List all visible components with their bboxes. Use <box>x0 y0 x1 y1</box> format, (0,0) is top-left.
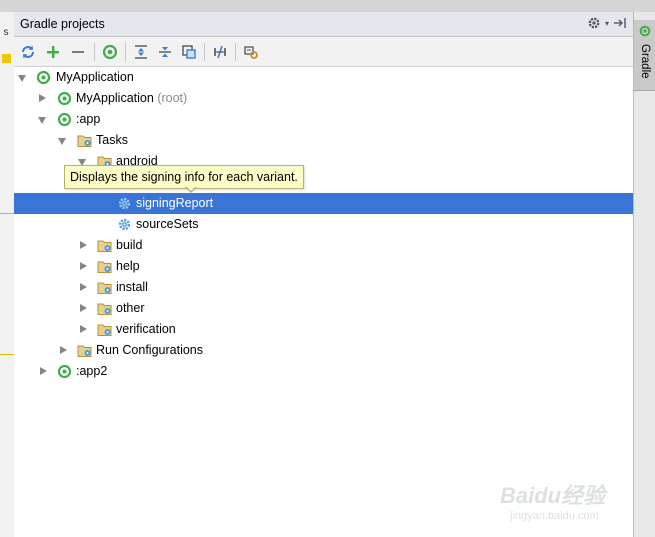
collapsed-arrow-icon[interactable] <box>39 94 46 102</box>
top-panel-strip <box>0 0 655 12</box>
tree-node-tasks[interactable]: Tasks <box>14 130 633 151</box>
tree-node-myapplication[interactable]: MyApplication <box>14 67 633 88</box>
refresh-button[interactable] <box>17 41 39 63</box>
watermark-url: jingyan.baidu.com <box>510 510 599 522</box>
tree-node-verification[interactable]: verification <box>14 319 633 340</box>
toggle-offline-icon <box>214 45 226 59</box>
collapsed-arrow-icon[interactable] <box>80 241 87 249</box>
collapse-all-icon <box>159 47 171 57</box>
tree-node-label: build <box>116 238 143 252</box>
gradle-icon <box>639 25 651 40</box>
chevron-down-icon[interactable]: ▾ <box>605 19 609 28</box>
toolbar-separator <box>235 43 236 61</box>
add-icon <box>47 46 59 58</box>
remove-button[interactable] <box>67 41 89 63</box>
panel-title: Gradle projects <box>20 17 105 31</box>
tree-node-help[interactable]: help <box>14 256 633 277</box>
warning-marker-icon <box>2 54 11 63</box>
hide-panel-icon[interactable] <box>613 17 627 29</box>
settings-icon <box>244 46 258 59</box>
gradle-project-icon <box>57 91 72 106</box>
tree-node-label: other <box>116 301 145 315</box>
gear-task-icon <box>117 217 132 232</box>
watermark: Baidu经验 jingyan.baidu.com <box>500 470 650 530</box>
remove-icon <box>72 51 84 53</box>
tree-node-install[interactable]: install <box>14 277 633 298</box>
collapsed-arrow-icon[interactable] <box>80 304 87 312</box>
add-button[interactable] <box>42 41 64 63</box>
tree-node-label: :app <box>76 112 101 126</box>
toolbar-separator <box>94 43 95 61</box>
left-tab-fragment[interactable]: s <box>0 27 12 43</box>
tree-node-label: Tasks <box>96 133 128 147</box>
collapsed-arrow-icon[interactable] <box>80 262 87 270</box>
left-editor-fragment: s <box>0 12 15 537</box>
gradle-settings-button[interactable] <box>240 41 262 63</box>
attach-project-icon <box>182 45 196 59</box>
gradle-tab-label: Gradle <box>639 44 651 79</box>
tree-node-sourcesets[interactable]: sourceSets <box>14 214 633 235</box>
expand-all-icon <box>135 45 147 59</box>
task-folder-icon <box>97 322 112 337</box>
collapse-all-button[interactable] <box>154 41 176 63</box>
panel-header: Gradle projects ▾ <box>14 12 633 37</box>
tree-node-myapplication-root[interactable]: MyApplication (root) <box>14 88 633 109</box>
attach-project-button[interactable] <box>178 41 200 63</box>
toggle-offline-button[interactable] <box>209 41 231 63</box>
run-config-folder-icon <box>77 343 92 358</box>
collapsed-arrow-icon[interactable] <box>60 346 67 354</box>
execute-task-icon <box>102 44 118 60</box>
tree-node-other[interactable]: other <box>14 298 633 319</box>
tree-node-label: help <box>116 259 140 273</box>
toolbar <box>14 37 633 67</box>
expanded-arrow-icon[interactable] <box>18 75 26 82</box>
gear-task-icon <box>117 196 132 211</box>
collapsed-arrow-icon[interactable] <box>40 367 47 375</box>
task-folder-icon <box>97 301 112 316</box>
tree-node-label: :app2 <box>76 364 108 378</box>
gradle-module-icon <box>57 112 72 127</box>
expanded-arrow-icon[interactable] <box>38 117 46 124</box>
editor-gutter-line <box>0 354 14 355</box>
tree-node-run-configurations[interactable]: Run Configurations <box>14 340 633 361</box>
tooltip-pointer-inner <box>186 186 196 191</box>
task-description-tooltip: Displays the signing info for each varia… <box>64 165 304 189</box>
tree-node-app2[interactable]: :app2 <box>14 361 633 382</box>
task-folder-icon <box>97 259 112 274</box>
tree-node-label: MyApplication <box>76 91 154 105</box>
tree-node-label: signingReport <box>136 196 214 210</box>
expand-all-button[interactable] <box>130 41 152 63</box>
gradle-module-icon <box>57 364 72 379</box>
editor-gutter-line <box>0 213 14 214</box>
tree-node-label: sourceSets <box>136 217 199 231</box>
tree-node-signingreport[interactable]: signingReport <box>14 193 633 214</box>
expanded-arrow-icon[interactable] <box>58 138 66 145</box>
watermark-logo: Baidu经验 <box>500 483 606 508</box>
gear-icon[interactable] <box>587 16 601 30</box>
task-folder-icon <box>97 238 112 253</box>
toolbar-separator <box>204 43 205 61</box>
gradle-project-tree: MyApplication MyApplication (root) :app … <box>14 67 633 537</box>
tree-node-build[interactable]: build <box>14 235 633 256</box>
tree-node-label: Run Configurations <box>96 343 204 357</box>
collapsed-arrow-icon[interactable] <box>80 283 87 291</box>
toolbar-separator <box>125 43 126 61</box>
tree-node-suffix: (root) <box>157 91 188 105</box>
tree-node-label: MyApplication <box>56 70 134 84</box>
execute-task-button[interactable] <box>99 41 121 63</box>
task-folder-icon <box>77 133 92 148</box>
collapsed-arrow-icon[interactable] <box>80 325 87 333</box>
tree-node-label: install <box>116 280 148 294</box>
gradle-project-icon <box>36 70 51 85</box>
tree-node-label: verification <box>116 322 176 336</box>
tree-node-app[interactable]: :app <box>14 109 633 130</box>
gradle-tool-tab[interactable]: Gradle <box>634 20 655 91</box>
right-tool-strip: Gradle <box>633 12 655 537</box>
refresh-icon <box>22 45 34 59</box>
task-folder-icon <box>97 280 112 295</box>
